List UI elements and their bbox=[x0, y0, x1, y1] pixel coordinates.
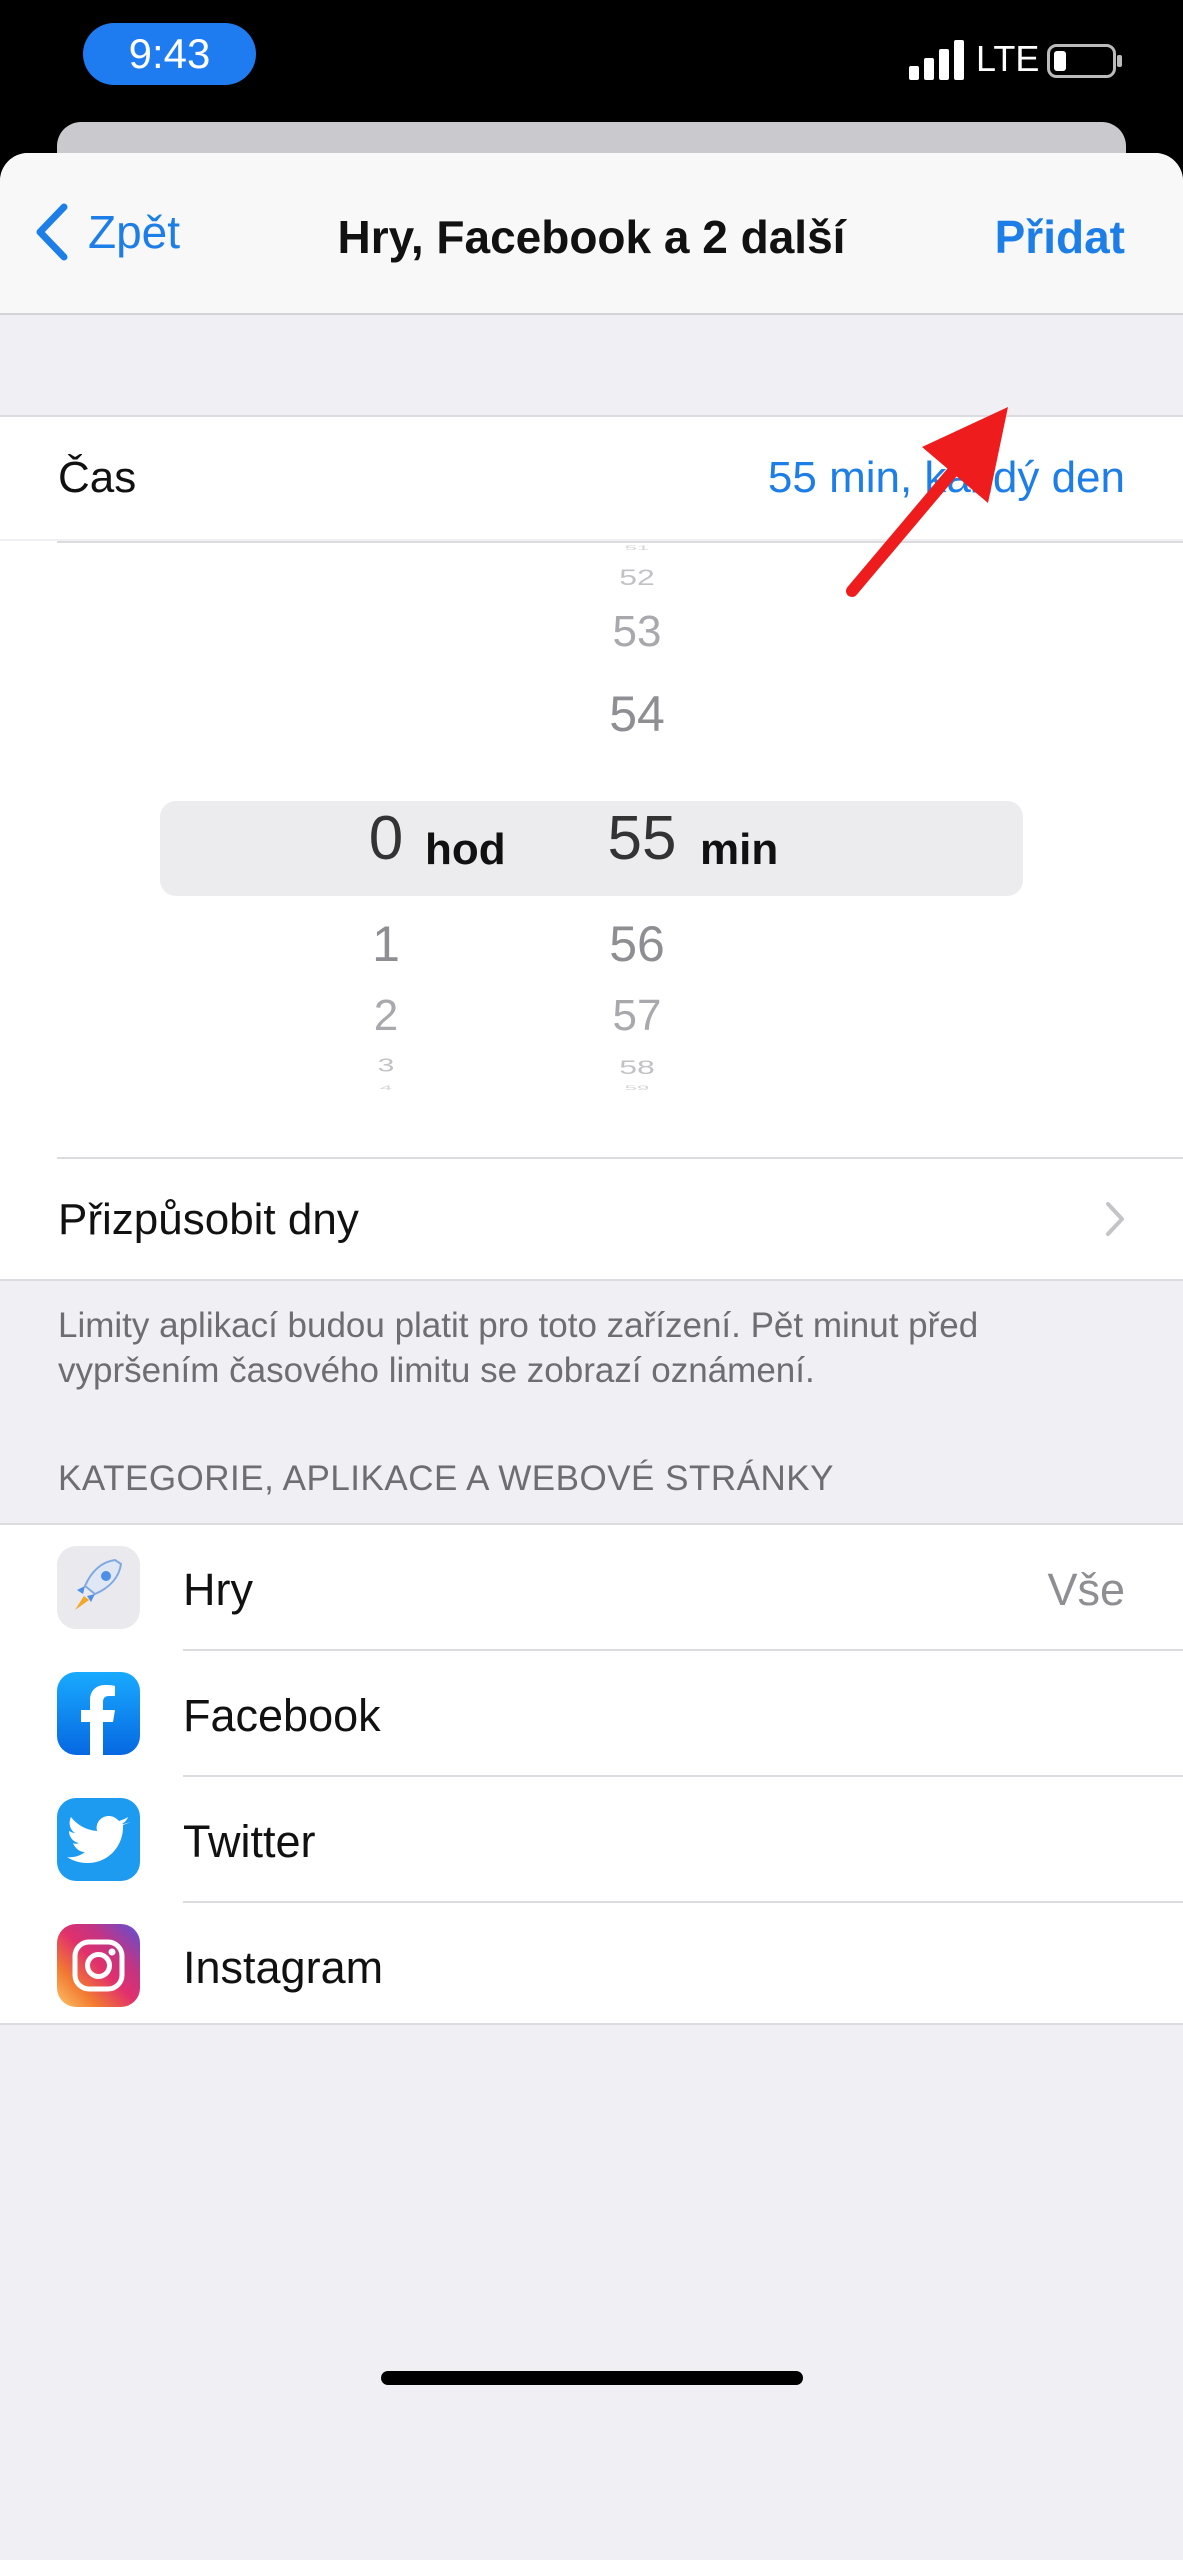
minute-option[interactable]: 54 bbox=[592, 685, 682, 743]
minute-option[interactable]: 58 bbox=[592, 1056, 682, 1078]
app-name: Twitter bbox=[183, 1816, 316, 1867]
customize-days-row[interactable]: Přizpůsobit dny bbox=[0, 1157, 1183, 1281]
facebook-icon bbox=[57, 1672, 140, 1755]
navigation-bar: Zpět Hry, Facebook a 2 další Přidat bbox=[0, 153, 1183, 315]
minute-option[interactable]: 51 bbox=[592, 544, 682, 552]
minute-option[interactable]: 53 bbox=[592, 607, 682, 657]
hour-option[interactable]: 4 bbox=[350, 1084, 422, 1092]
signal-strength-icon bbox=[909, 40, 964, 80]
twitter-icon bbox=[57, 1798, 140, 1881]
app-name: Hry bbox=[183, 1564, 253, 1615]
instagram-icon bbox=[57, 1924, 140, 2007]
minute-option[interactable]: 56 bbox=[592, 915, 682, 973]
list-item-instagram[interactable]: Instagram bbox=[0, 1903, 1183, 2029]
divider bbox=[0, 2023, 1183, 2025]
time-picker[interactable]: 0 hod 1 2 3 4 51 52 53 54 55 min 56 57 5… bbox=[0, 541, 1183, 1157]
app-name: Instagram bbox=[183, 1942, 384, 1993]
battery-icon bbox=[1047, 44, 1122, 78]
minutes-unit: min bbox=[700, 825, 779, 874]
hours-selected: 0 bbox=[368, 804, 404, 873]
list-item-twitter[interactable]: Twitter bbox=[0, 1777, 1183, 1903]
section-header: KATEGORIE, APLIKACE A WEBOVÉ STRÁNKY bbox=[58, 1459, 834, 1498]
chevron-right-icon bbox=[1106, 1202, 1124, 1236]
list-item-facebook[interactable]: Facebook bbox=[0, 1651, 1183, 1777]
add-button[interactable]: Přidat bbox=[995, 210, 1125, 264]
hour-option[interactable]: 1 bbox=[350, 915, 422, 973]
annotation-arrow-icon bbox=[846, 407, 1008, 597]
minute-option[interactable]: 57 bbox=[592, 991, 682, 1041]
list-item-hry[interactable]: Hry Vše bbox=[0, 1525, 1183, 1651]
minutes-selected: 55 bbox=[607, 804, 677, 873]
home-indicator[interactable] bbox=[381, 2371, 803, 2385]
divider bbox=[57, 1157, 1183, 1159]
customize-days-label: Přizpůsobit dny bbox=[58, 1195, 359, 1244]
time-label: Čas bbox=[58, 453, 137, 502]
app-detail: Vše bbox=[1047, 1564, 1125, 1615]
status-time[interactable]: 9:43 bbox=[83, 23, 256, 85]
minute-option[interactable]: 52 bbox=[592, 565, 682, 591]
hour-option[interactable]: 2 bbox=[350, 991, 422, 1041]
hours-unit: hod bbox=[425, 825, 506, 874]
hour-option[interactable]: 3 bbox=[350, 1056, 422, 1076]
footnote: Limity aplikací budou platit pro toto za… bbox=[58, 1306, 979, 1390]
app-name: Facebook bbox=[183, 1690, 381, 1741]
app-limit-sheet: Zpět Hry, Facebook a 2 další Přidat Čas … bbox=[0, 153, 1183, 2560]
network-type: LTE bbox=[976, 38, 1040, 79]
minute-option[interactable]: 59 bbox=[592, 1084, 682, 1092]
apps-list: Hry Vše Facebook Twitter Instagram bbox=[0, 1523, 1183, 2025]
rocket-icon bbox=[57, 1546, 140, 1629]
divider bbox=[0, 1279, 1183, 1281]
